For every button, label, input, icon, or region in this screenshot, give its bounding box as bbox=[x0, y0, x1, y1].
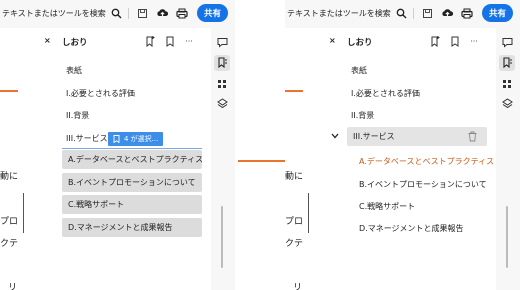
bookmark-icon[interactable] bbox=[449, 35, 461, 47]
scrollbar-thumb[interactable] bbox=[221, 206, 223, 268]
top-toolbar: テキストまたはツールを検索 共有 bbox=[285, 0, 520, 28]
document-text: リ bbox=[8, 283, 18, 290]
bookmark-item[interactable]: I.必要とされる評価 bbox=[351, 88, 420, 99]
panel-before: テキストまたはツールを検索 共有 動に プロ クテ リ × しおり ··· 表紙… bbox=[0, 0, 235, 290]
document-highlight-mark bbox=[0, 90, 18, 92]
drag-tooltip-text: 4 が選択... bbox=[124, 135, 159, 143]
bookmark-child-item[interactable]: D.マネージメントと成果報告 bbox=[359, 223, 464, 234]
document-text: クテ bbox=[0, 239, 19, 249]
page-edge-line bbox=[308, 193, 309, 233]
toolbar-divider bbox=[128, 8, 129, 19]
page-edge-line bbox=[23, 193, 24, 233]
scrollbar-thumb[interactable] bbox=[506, 206, 508, 268]
toolbar-divider bbox=[413, 8, 414, 19]
document-page: 動に プロ クテ リ bbox=[0, 28, 30, 290]
search-icon[interactable] bbox=[393, 5, 409, 21]
share-button[interactable]: 共有 bbox=[482, 4, 513, 22]
bookmark-item[interactable]: II.背景 bbox=[351, 110, 374, 121]
document-text: クテ bbox=[285, 239, 304, 249]
share-button[interactable]: 共有 bbox=[197, 4, 228, 22]
bookmark-item-selected[interactable]: D.マネージメントと成果報告 bbox=[62, 218, 202, 237]
bookmarks-panel: × しおり ··· 表紙 I.必要とされる評価 II.背景 III.サービス A… bbox=[315, 28, 496, 290]
bookmark-item-selected[interactable]: A.データベースとベストプラクティス bbox=[62, 150, 203, 169]
bookmarks-panel: × しおり ··· 表紙 I.必要とされる評価 II.背景 III.サービス 4… bbox=[30, 28, 211, 290]
right-tool-rail bbox=[211, 28, 233, 290]
bookmark-item[interactable]: 表紙 bbox=[66, 65, 82, 76]
upload-cloud-icon[interactable] bbox=[154, 5, 170, 21]
comment-icon[interactable] bbox=[499, 34, 515, 50]
document-text: 動に bbox=[0, 172, 19, 182]
save-icon[interactable] bbox=[419, 5, 435, 21]
bookmark-item-selected[interactable]: C.戦略サポート bbox=[62, 195, 202, 214]
bookmark-item-selected[interactable]: III.サービス bbox=[347, 127, 487, 146]
trash-icon[interactable] bbox=[468, 131, 477, 144]
close-icon[interactable]: × bbox=[329, 36, 336, 45]
layers-icon[interactable] bbox=[499, 95, 515, 111]
layers-icon[interactable] bbox=[214, 95, 230, 111]
more-options-icon[interactable]: ··· bbox=[468, 35, 480, 47]
drag-tooltip: 4 が選択... bbox=[108, 132, 164, 146]
bookmark-icon[interactable] bbox=[164, 35, 176, 47]
bookmark-child-item[interactable]: A.データベースとベストプラクティス bbox=[359, 156, 494, 167]
print-icon[interactable] bbox=[459, 5, 475, 21]
top-toolbar: テキストまたはツールを検索 共有 bbox=[0, 0, 235, 28]
panel-after: テキストまたはツールを検索 共有 動に プロ クテ リ × しおり ··· 表紙… bbox=[285, 0, 520, 290]
save-icon[interactable] bbox=[134, 5, 150, 21]
bookmark-item[interactable]: III.サービス bbox=[66, 133, 108, 144]
bookmark-child-item[interactable]: B.イベントプロモーションについて bbox=[359, 179, 487, 190]
add-bookmark-icon[interactable] bbox=[144, 35, 156, 47]
thumbnails-icon[interactable] bbox=[214, 76, 230, 92]
bookmark-item[interactable]: II.背景 bbox=[66, 110, 89, 121]
chevron-down-icon[interactable] bbox=[330, 131, 340, 141]
add-bookmark-icon[interactable] bbox=[429, 35, 441, 47]
bookmarks-title: しおり bbox=[347, 38, 373, 48]
bookmarks-title: しおり bbox=[62, 38, 88, 48]
document-highlight-mark bbox=[285, 90, 303, 92]
bookmarks-header: × しおり ··· bbox=[30, 28, 211, 54]
bookmark-label: III.サービス bbox=[353, 132, 395, 141]
bookmarks-panel-icon[interactable] bbox=[499, 55, 515, 71]
close-icon[interactable]: × bbox=[44, 36, 51, 45]
upload-cloud-icon[interactable] bbox=[439, 5, 455, 21]
bookmark-item[interactable]: I.必要とされる評価 bbox=[66, 88, 135, 99]
document-text: リ bbox=[293, 283, 303, 290]
print-icon[interactable] bbox=[174, 5, 190, 21]
search-field[interactable]: テキストまたはツールを検索 bbox=[2, 8, 106, 19]
bookmarks-header: × しおり ··· bbox=[315, 28, 496, 54]
comment-icon[interactable] bbox=[214, 34, 230, 50]
search-field[interactable]: テキストまたはツールを検索 bbox=[287, 8, 391, 19]
bookmark-child-item[interactable]: C.戦略サポート bbox=[359, 201, 415, 212]
document-text: プロ bbox=[285, 217, 304, 227]
right-tool-rail bbox=[496, 28, 518, 290]
more-options-icon[interactable]: ··· bbox=[183, 35, 195, 47]
document-text: 動に bbox=[285, 172, 304, 182]
bookmark-item[interactable]: 表紙 bbox=[351, 65, 367, 76]
search-icon[interactable] bbox=[108, 5, 124, 21]
thumbnails-icon[interactable] bbox=[499, 76, 515, 92]
bookmark-item-selected[interactable]: B.イベントプロモーションについて bbox=[62, 173, 202, 192]
document-text: プロ bbox=[0, 217, 19, 227]
drop-indicator-line bbox=[62, 148, 202, 149]
drag-bookmark-icon bbox=[113, 135, 120, 143]
bookmarks-panel-icon[interactable] bbox=[214, 55, 230, 71]
document-page: 動に プロ クテ リ bbox=[285, 28, 315, 290]
